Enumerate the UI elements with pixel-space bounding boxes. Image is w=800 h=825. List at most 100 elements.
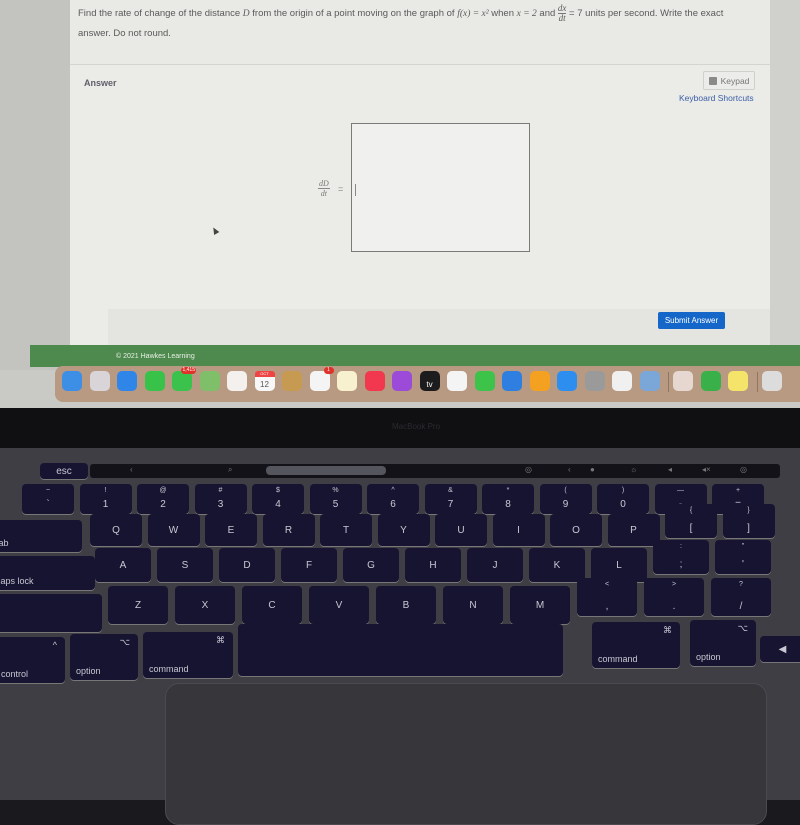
brightness-icon[interactable]: ☼ <box>630 465 637 474</box>
dock-notes-icon[interactable] <box>337 371 357 391</box>
key-command-left[interactable]: command ⌘ <box>143 632 233 678</box>
key-m[interactable]: M <box>510 586 570 624</box>
key-esc[interactable]: esc <box>40 463 88 479</box>
key-e[interactable]: E <box>205 514 257 546</box>
key-k[interactable]: K <box>529 548 585 582</box>
key-p[interactable]: P <box>607 514 660 546</box>
key-punct[interactable]: ? / <box>711 578 771 616</box>
key-d[interactable]: D <box>219 548 275 582</box>
touch-bar-slider[interactable] <box>266 466 386 475</box>
dock-find-my-icon[interactable] <box>700 371 721 391</box>
dock-reminders-icon[interactable]: 1 <box>309 367 334 391</box>
key-tab[interactable]: tab <box>0 520 82 552</box>
key-i[interactable]: I <box>492 514 545 546</box>
key-o[interactable]: O <box>550 514 602 546</box>
dock-facetime-icon[interactable] <box>144 371 165 391</box>
key-bracket[interactable]: {[ <box>665 504 717 538</box>
key-f[interactable]: F <box>281 548 337 582</box>
key-9[interactable]: (9 <box>539 484 592 514</box>
dock-keynote-icon[interactable] <box>502 371 522 391</box>
siri-icon[interactable]: ● <box>590 465 595 474</box>
key-shift-left[interactable] <box>0 594 102 632</box>
search-icon[interactable]: ⌕ <box>228 465 232 475</box>
dock-pages-icon[interactable] <box>529 371 550 391</box>
key-h[interactable]: H <box>405 548 461 582</box>
chevron-left-icon[interactable]: ‹ <box>130 465 133 474</box>
key-q[interactable]: Q <box>90 514 142 546</box>
key-l[interactable]: L <box>591 548 647 582</box>
key-w[interactable]: W <box>147 514 200 546</box>
key-punct[interactable]: >. <box>644 578 704 616</box>
dock-music-icon[interactable] <box>364 371 385 391</box>
dock-photos-icon[interactable] <box>227 371 247 391</box>
key-5[interactable]: % 5 <box>309 484 362 514</box>
volume-icon[interactable]: ◂ <box>668 465 672 474</box>
key-6[interactable]: ^ 6 <box>367 484 419 514</box>
dock-podcasts-icon[interactable] <box>392 371 412 391</box>
key-z[interactable]: Z <box>108 586 168 624</box>
dock-contacts-icon[interactable] <box>282 371 302 391</box>
dock-anatomy-app-icon[interactable] <box>673 371 693 391</box>
key-space[interactable] <box>238 624 563 676</box>
key-command-right[interactable]: command ⌘ <box>592 622 680 668</box>
mute-icon[interactable]: ◂× <box>702 465 711 474</box>
key-b[interactable]: B <box>376 586 436 624</box>
dock-news-icon[interactable] <box>447 371 467 391</box>
key-arrow-left[interactable]: ◀ <box>760 636 800 662</box>
dock-preview-icon[interactable] <box>639 371 660 391</box>
key-j[interactable]: J <box>467 548 523 582</box>
key-caps-lock[interactable]: caps lock <box>0 556 95 590</box>
key-8[interactable]: * 8 <box>482 484 534 514</box>
key-v[interactable]: V <box>309 586 369 624</box>
key-`[interactable]: ~ ` <box>22 484 74 514</box>
key-3[interactable]: #3 <box>194 484 247 514</box>
key-bracket[interactable]: }] <box>722 504 775 538</box>
touch-bar[interactable]: ‹ ⌕ ◎ ‹ ● ☼ ◂ ◂× ◎ <box>90 464 780 478</box>
dock-app-store-icon[interactable] <box>557 371 577 391</box>
dock-launchpad-icon[interactable] <box>89 371 110 391</box>
key-7[interactable]: & 7 <box>424 484 477 514</box>
dock-trash-icon[interactable] <box>761 371 782 391</box>
dock-maps-icon[interactable] <box>199 371 220 391</box>
dock-chrome-icon[interactable] <box>612 371 632 391</box>
key-t[interactable]: T <box>320 514 372 546</box>
key-option-left[interactable]: option ⌥ <box>70 634 138 680</box>
key-0[interactable]: ) 0 <box>597 484 649 514</box>
key-x[interactable]: X <box>175 586 235 624</box>
key-y[interactable]: Y <box>377 514 430 546</box>
key-g[interactable]: G <box>343 548 399 582</box>
key-punct[interactable]: :; <box>653 540 709 574</box>
key-label: D <box>243 559 251 571</box>
key-s[interactable]: S <box>157 548 213 582</box>
keyboard-shortcuts-link[interactable]: Keyboard Shortcuts <box>679 93 754 103</box>
trackpad[interactable] <box>165 683 767 825</box>
dock-safari-icon[interactable] <box>117 371 137 391</box>
key-n[interactable]: N <box>443 586 503 624</box>
submit-answer-button[interactable]: Submit Answer <box>658 312 725 329</box>
key-u[interactable]: U <box>435 514 487 546</box>
dock-calendar-icon[interactable]: 12 OCT <box>254 371 275 391</box>
keypad-button[interactable]: Keypad <box>703 71 755 90</box>
screenshot-icon[interactable]: ◎ <box>525 465 532 474</box>
key-1[interactable]: ! 1 <box>79 484 132 514</box>
dock-apple-tv-icon[interactable]: tv <box>419 371 440 391</box>
key-punct[interactable]: " ' <box>715 540 771 574</box>
touch-id-icon[interactable]: ◎ <box>740 465 747 474</box>
question-text-segment: and <box>536 8 558 20</box>
key-a[interactable]: A <box>95 548 151 582</box>
key-r[interactable]: R <box>262 514 315 546</box>
answer-input[interactable] <box>351 123 530 252</box>
dock-messages-icon[interactable]: 1,415 <box>172 367 196 391</box>
key-option-right[interactable]: option ⌥ <box>690 620 756 666</box>
key-control[interactable]: control ^ <box>0 637 65 683</box>
key-2[interactable]: @2 <box>137 484 189 514</box>
key-4[interactable]: $4 <box>252 484 304 514</box>
key-shift-label: { <box>689 507 693 514</box>
dock-stickies-icon[interactable] <box>728 371 748 391</box>
dock-system-preferences-icon[interactable] <box>584 371 605 391</box>
dock-finder-icon[interactable] <box>62 371 82 391</box>
key-punct[interactable]: <, <box>577 578 637 616</box>
chevron-icon[interactable]: ‹ <box>568 465 571 474</box>
dock-numbers-icon[interactable] <box>474 371 495 391</box>
key-c[interactable]: C <box>242 586 302 624</box>
